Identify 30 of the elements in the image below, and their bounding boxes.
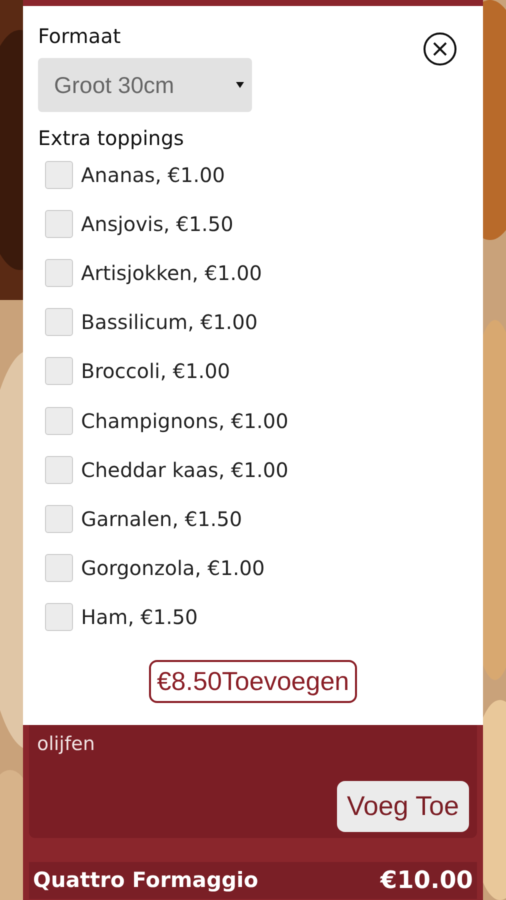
checkbox[interactable] <box>45 504 73 533</box>
topping-label: Champignons, €1.00 <box>81 408 288 433</box>
add-button[interactable]: €8.50Toevoegen <box>148 660 358 703</box>
topping-label: Gorgonzola, €1.00 <box>81 556 265 580</box>
item-name: Quattro Formaggio <box>33 868 258 893</box>
checkbox[interactable] <box>45 406 73 435</box>
caret-icon <box>236 81 244 89</box>
size-select[interactable]: Groot 30cm <box>38 58 252 112</box>
topping-label: Ansjovis, €1.50 <box>81 212 234 236</box>
checkbox[interactable] <box>45 258 73 287</box>
checkbox[interactable] <box>45 160 73 189</box>
topping-label: Bassilicum, €1.00 <box>81 310 258 334</box>
size-label: Formaat <box>38 24 122 48</box>
topping-label: Artisjokken, €1.00 <box>81 260 262 285</box>
checkbox[interactable] <box>45 210 73 238</box>
checkbox[interactable] <box>45 357 73 386</box>
add-to-order-button[interactable]: Voeg Toe <box>336 780 469 832</box>
checkbox[interactable] <box>45 456 73 484</box>
toppings-label: Extra toppings <box>38 126 185 150</box>
topping-label: Ham, €1.50 <box>81 605 198 630</box>
close-icon[interactable] <box>423 32 457 66</box>
checkbox[interactable] <box>45 308 73 336</box>
topping-label: Cheddar kaas, €1.00 <box>81 458 288 482</box>
topping-label: Ananas, €1.00 <box>81 162 225 187</box>
checkbox[interactable] <box>45 603 73 632</box>
description-text: olijfen <box>37 732 96 755</box>
topping-label: Broccoli, €1.00 <box>81 359 230 384</box>
item-price: €10.00 <box>380 866 473 895</box>
topping-label: Garnalen, €1.50 <box>81 506 242 531</box>
checkbox[interactable] <box>45 554 73 582</box>
